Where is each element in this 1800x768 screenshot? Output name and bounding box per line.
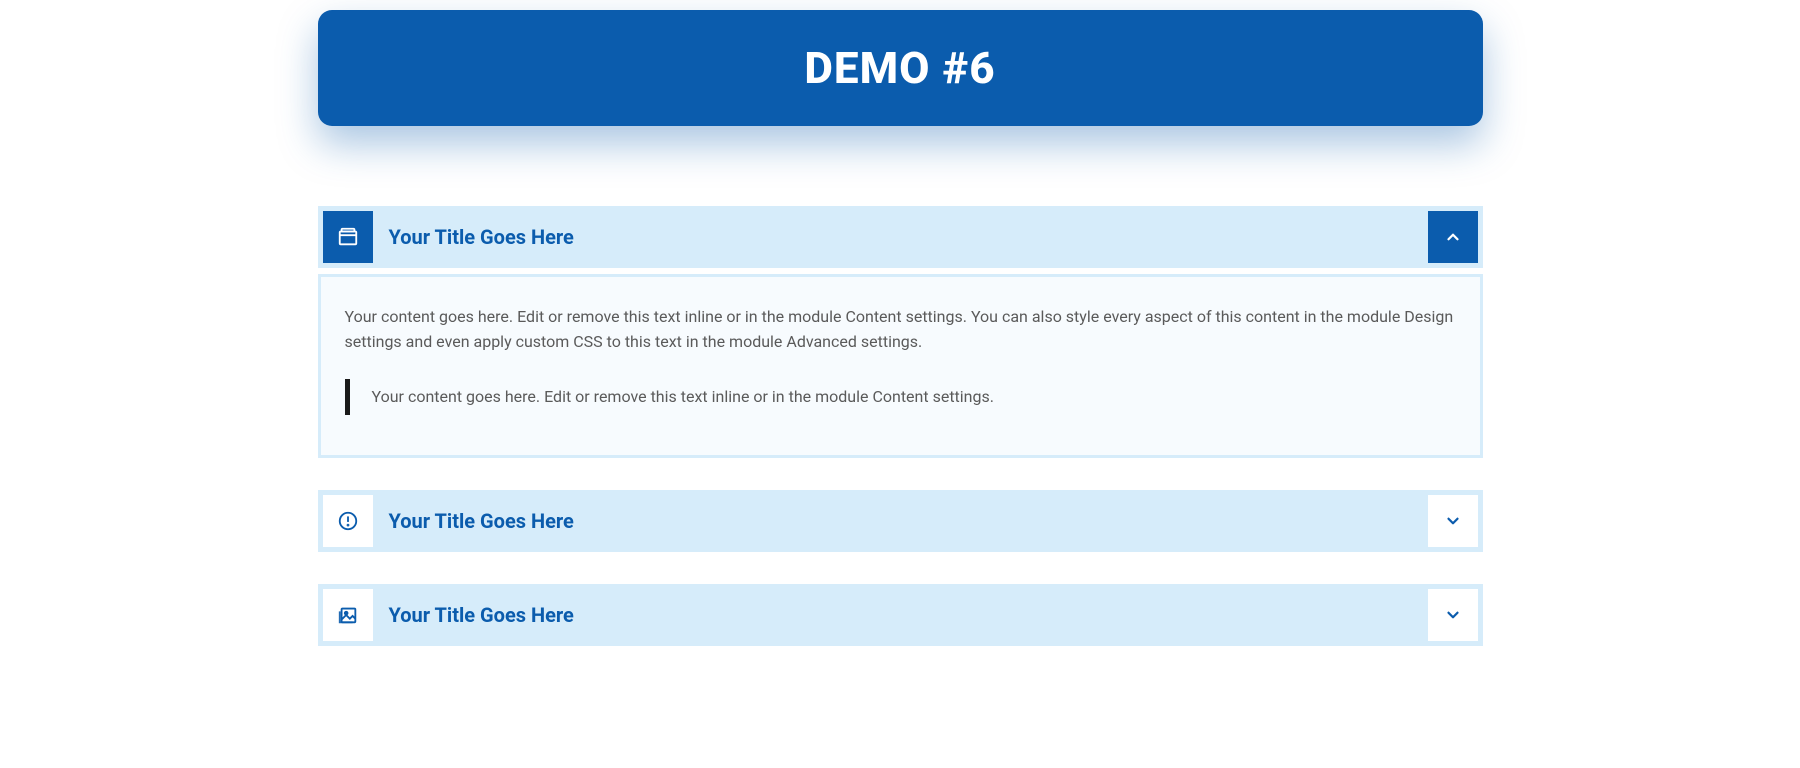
chevron-down-icon[interactable] xyxy=(1428,589,1478,641)
accordion-header[interactable]: Your Title Goes Here xyxy=(318,206,1483,268)
accordion-content: Your content goes here. Edit or remove t… xyxy=(318,274,1483,458)
accordion-header[interactable]: Your Title Goes Here xyxy=(318,490,1483,552)
window-icon xyxy=(323,211,373,263)
header-banner: DEMO #6 xyxy=(318,10,1483,126)
accordion-item: Your Title Goes Here xyxy=(318,490,1483,552)
accordion-item: Your Title Goes Here Your content goes h… xyxy=(318,206,1483,458)
accordion-title: Your Title Goes Here xyxy=(373,495,1418,547)
chevron-down-icon[interactable] xyxy=(1428,495,1478,547)
image-icon xyxy=(323,589,373,641)
accordion-header[interactable]: Your Title Goes Here xyxy=(318,584,1483,646)
content-paragraph: Your content goes here. Edit or remove t… xyxy=(345,305,1456,355)
accordion-title: Your Title Goes Here xyxy=(373,589,1418,641)
alert-circle-icon xyxy=(323,495,373,547)
accordion-item: Your Title Goes Here xyxy=(318,584,1483,646)
content-quote: Your content goes here. Edit or remove t… xyxy=(345,379,1456,416)
page-title: DEMO #6 xyxy=(338,42,1463,94)
chevron-up-icon[interactable] xyxy=(1428,211,1478,263)
accordion-title: Your Title Goes Here xyxy=(373,211,1418,263)
